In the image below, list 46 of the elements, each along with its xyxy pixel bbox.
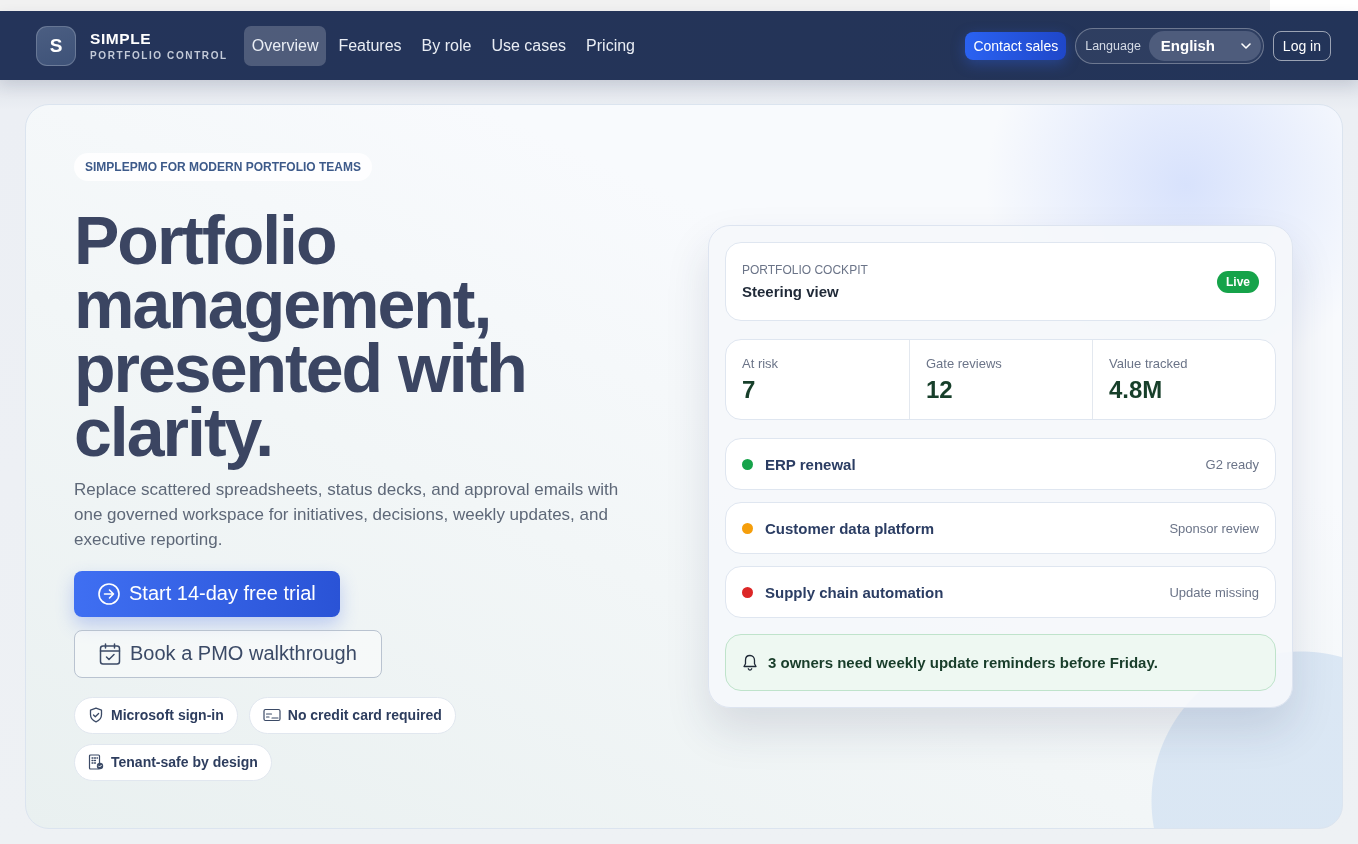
nav-link[interactable]: Overview <box>243 25 327 66</box>
stat-value: 7 <box>742 375 757 404</box>
initiative-row[interactable]: ERP renewal G2 ready <box>725 438 1276 490</box>
book-walkthrough-button[interactable]: Book a PMO walkthrough <box>74 629 382 678</box>
arrow-circle-icon <box>98 582 120 605</box>
chevron-down-icon <box>1240 42 1251 49</box>
initiative-row[interactable]: Supply chain automation Update missing <box>725 566 1276 618</box>
stat-value: 12 <box>926 375 954 404</box>
language-label: Language <box>1085 38 1141 53</box>
hero-description: Replace scattered spreadsheets, status decks, and approval emails with one governed workspace for initiatives, decisions, weekly updates, and executive reporting. <box>74 478 620 551</box>
initiative-status: Sponsor review <box>1169 520 1259 536</box>
stat-value: 4.8M <box>1109 375 1164 404</box>
trust-badge: Tenant-safe by design <box>74 743 272 781</box>
live-status-badge: Live <box>1217 270 1259 293</box>
contact-sales-button[interactable]: Contact sales <box>965 31 1067 60</box>
initiative-status: G2 ready <box>1205 456 1259 472</box>
stat-label: At risk <box>742 355 780 371</box>
login-button[interactable]: Log in <box>1272 30 1331 61</box>
trust-badge: Microsoft sign-in <box>74 696 238 734</box>
brand-tagline: PORTFOLIO CONTROL <box>90 49 228 62</box>
start-trial-button[interactable]: Start 14-day free trial <box>74 570 340 617</box>
trust-badge: No credit card required <box>248 696 456 734</box>
credit-card-icon <box>262 708 281 722</box>
initiative-name: ERP renewal <box>765 455 856 473</box>
stat-label: Value tracked <box>1109 355 1189 371</box>
alert-text: 3 owners need weekly update reminders before Friday. <box>768 654 1158 671</box>
initiative-name: Customer data platform <box>765 519 935 537</box>
nav-link[interactable]: By role <box>413 25 480 66</box>
brand-name: SIMPLE <box>90 29 153 47</box>
nav-link[interactable]: Pricing <box>578 25 643 66</box>
calendar-check-icon <box>99 642 121 665</box>
hero-heading: Portfolio management, presented with clarity. <box>74 205 527 472</box>
bell-icon <box>742 653 758 672</box>
shield-check-icon <box>88 707 104 723</box>
initiative-row[interactable]: Customer data platform Sponsor review <box>725 502 1276 554</box>
nav-link[interactable]: Use cases <box>483 25 575 66</box>
initiative-status: Update missing <box>1169 584 1259 600</box>
language-select[interactable]: English <box>1148 30 1261 61</box>
logo-mark[interactable]: S <box>36 25 76 66</box>
initiative-name: Supply chain automation <box>765 583 944 601</box>
cockpit-title: Steering view <box>742 283 840 300</box>
eyebrow-label: SIMPLEPMO FOR MODERN PORTFOLIO TEAMS <box>74 152 372 181</box>
nav-link[interactable]: Features <box>330 25 410 66</box>
building-check-icon <box>88 754 104 770</box>
stat-label: Gate reviews <box>926 355 1003 371</box>
cockpit-eyebrow: PORTFOLIO COCKPIT <box>742 263 868 277</box>
